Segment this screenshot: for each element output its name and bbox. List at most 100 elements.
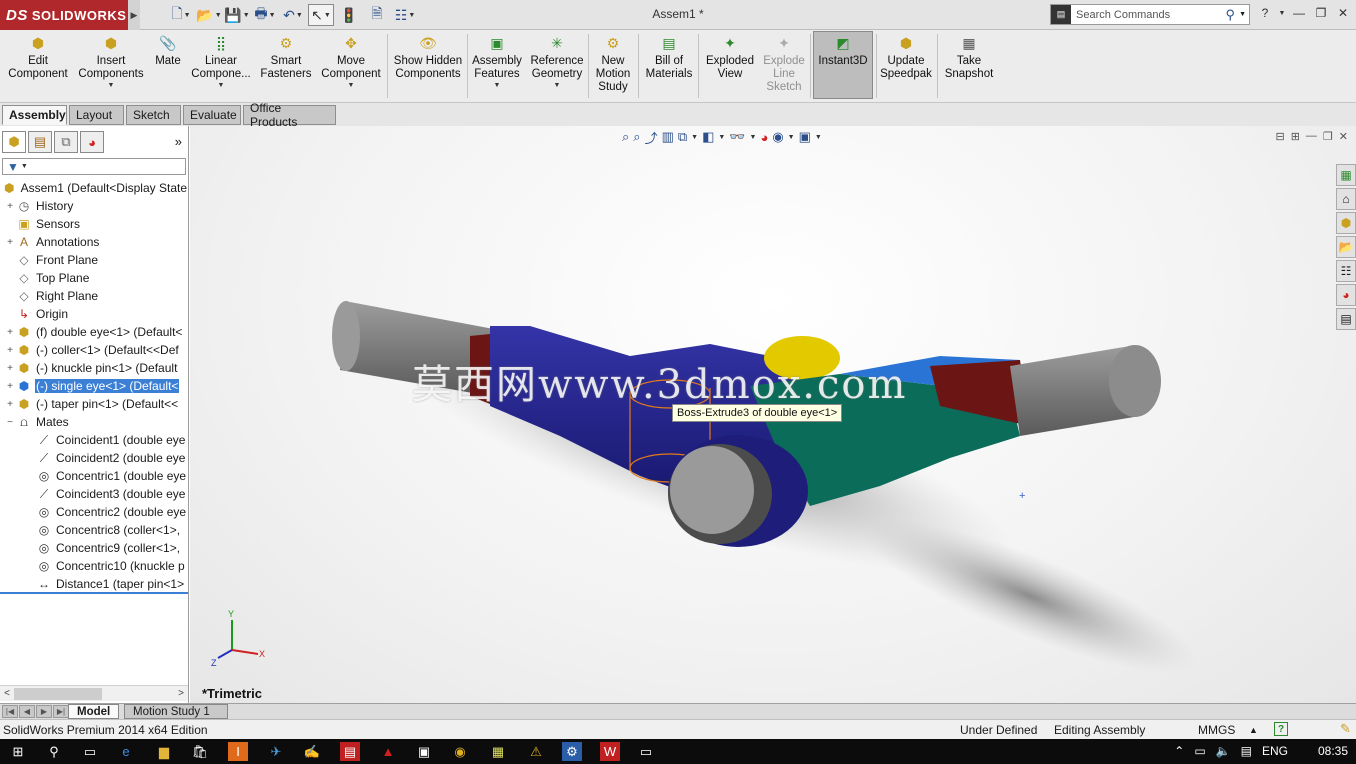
notifications-icon[interactable]: ▤ xyxy=(1241,744,1252,758)
tab-evaluate[interactable]: Evaluate xyxy=(183,105,241,125)
search-icon[interactable]: ⚲ xyxy=(44,742,64,761)
show-hidden-icons-icon[interactable]: ⌃ xyxy=(1174,744,1184,758)
solidworks-resources-icon[interactable]: ▦ xyxy=(1336,164,1356,186)
display-manager-tab[interactable]: ◕ xyxy=(80,131,104,153)
tree-expander-icon[interactable]: + xyxy=(4,237,16,248)
tree-item[interactable]: + A Annotations xyxy=(0,233,188,251)
tab-model[interactable]: Model xyxy=(68,704,120,719)
tree-item[interactable]: − ⩍ Mates xyxy=(0,413,188,431)
search-commands-box[interactable]: ▤ Search Commands ⚲ ▼ xyxy=(1050,4,1250,25)
expand-panel-icon[interactable]: » xyxy=(175,134,182,149)
file-explorer-icon[interactable]: ▆ xyxy=(154,742,174,761)
windows-start-icon[interactable]: ⊞ xyxy=(8,742,28,761)
select-button[interactable]: ↖ ▼ xyxy=(308,4,334,26)
tab-motion-study-1[interactable]: Motion Study 1 xyxy=(124,704,228,719)
tree-expander-icon[interactable]: + xyxy=(4,363,16,374)
acrobat-icon[interactable]: ▲ xyxy=(378,742,398,761)
edit-appearance-icon[interactable]: ◕ xyxy=(760,130,768,145)
tree-item[interactable]: + ⬢ (-) coller<1> (Default<<Def xyxy=(0,341,188,359)
section-view-icon[interactable]: ▥ xyxy=(662,129,674,145)
take-snapshot-button[interactable]: ▦ Take Snapshot xyxy=(940,34,998,81)
network-app-icon[interactable]: ⚙ xyxy=(562,742,582,761)
scroll-right-icon[interactable]: > xyxy=(174,688,188,699)
insert-components-button[interactable]: ⬢ Insert Components ▼ xyxy=(76,34,146,91)
zoom-to-fit-icon[interactable]: ⌕ xyxy=(622,129,629,145)
tree-item[interactable]: ⬢ Assem1 (Default<Display State xyxy=(0,179,188,197)
unit-system-arrow[interactable]: ▲ xyxy=(1249,725,1258,735)
chevron-down-icon[interactable]: ▼ xyxy=(348,81,355,91)
tree-item[interactable]: ◎ Concentric2 (double eye xyxy=(0,503,188,521)
view-settings-icon[interactable]: ▣ xyxy=(799,129,811,145)
tree-item[interactable]: + ◷ History xyxy=(0,197,188,215)
rollback-bar[interactable] xyxy=(0,592,188,594)
viewport-restore-icon[interactable]: ❐ xyxy=(1323,130,1333,143)
next-tab-icon[interactable]: ▶ xyxy=(36,705,52,718)
help-dropdown-icon[interactable]: ▼ xyxy=(1278,4,1286,22)
graphics-area[interactable]: ⌕ ⌕ ⤴ ▥ ⧉ ▼ ◧ ▼ 👓 ▼ ◕ ◉ ▼ ▣ ▼ ⊟ ⊞ — ❐ ✕ ▦ ⌂ ⬢… xyxy=(190,126,1356,703)
solidworks-logo[interactable]: DS SOLIDWORKS xyxy=(0,0,128,30)
store-icon[interactable]: 🛍 xyxy=(190,742,210,761)
tree-item[interactable]: + ⬢ (f) double eye<1> (Default< xyxy=(0,323,188,341)
design-library-icon[interactable]: ⬢ xyxy=(1336,212,1356,234)
viewport-split-icon[interactable]: ⊞ xyxy=(1291,130,1300,143)
tree-filter[interactable]: ▼ ▼ xyxy=(2,158,186,175)
rebuild-button[interactable]: 🚦 xyxy=(336,4,362,26)
first-tab-icon[interactable]: |◀ xyxy=(2,705,18,718)
chevron-down-icon[interactable]: ▼ xyxy=(108,81,115,91)
show-hidden-components-button[interactable]: 👁 Show Hidden Components xyxy=(392,34,464,81)
search-icon[interactable]: ⚲ xyxy=(1226,7,1240,23)
new-motion-study-button[interactable]: ⚙ New Motion Study xyxy=(592,34,634,94)
move-component-button[interactable]: ✥ Move Component ▼ xyxy=(318,34,384,91)
tree-item[interactable]: ⟋ Coincident3 (double eye xyxy=(0,485,188,503)
feature-manager-tab[interactable]: ⬢ xyxy=(2,131,26,153)
tree-item[interactable]: ◎ Concentric1 (double eye xyxy=(0,467,188,485)
apply-scene-icon[interactable]: ◉ xyxy=(772,129,783,145)
print-button[interactable]: 🖶 ▼ xyxy=(252,4,278,26)
restore-icon[interactable]: ❐ xyxy=(1312,4,1330,22)
tree-expander-icon[interactable]: + xyxy=(4,201,16,212)
clock[interactable]: 08:35 xyxy=(1318,744,1348,758)
tree-expander-icon[interactable]: + xyxy=(4,381,16,392)
tree-item[interactable]: ◎ Concentric10 (knuckle p xyxy=(0,557,188,575)
mate-button[interactable]: 📎 Mate xyxy=(152,34,184,68)
tree-item[interactable]: + ⬢ (-) single eye<1> (Default< xyxy=(0,377,188,395)
solidworks-active-icon[interactable]: W xyxy=(600,742,620,761)
chrome-icon[interactable]: ◉ xyxy=(450,742,470,761)
app-icon-orange[interactable]: I xyxy=(228,742,248,761)
view-palette-icon[interactable]: ☷ xyxy=(1336,260,1356,282)
tab-assembly[interactable]: Assembly xyxy=(2,105,67,125)
property-manager-tab[interactable]: ▤ xyxy=(28,131,52,153)
edit-component-button[interactable]: ⬢ Edit Component xyxy=(6,34,70,81)
network-icon[interactable]: ▭ xyxy=(1194,744,1205,758)
open-button[interactable]: 📂 ▼ xyxy=(196,4,222,26)
tree-item[interactable]: ⟋ Coincident2 (double eye xyxy=(0,449,188,467)
menu-flyout-arrow[interactable]: ▶ xyxy=(128,0,140,30)
tab-sketch[interactable]: Sketch xyxy=(126,105,181,125)
bill-of-materials-button[interactable]: ▤ Bill of Materials xyxy=(642,34,696,81)
assembly-features-button[interactable]: ▣ Assembly Features ▼ xyxy=(470,34,524,91)
reference-geometry-button[interactable]: ✳ Reference Geometry ▼ xyxy=(528,34,586,91)
tree-expander-icon[interactable]: − xyxy=(4,417,16,428)
save-button[interactable]: 💾 ▼ xyxy=(224,4,250,26)
linear-pattern-button[interactable]: ⣿ Linear Compone... ▼ xyxy=(188,34,254,91)
app-icon-blue[interactable]: ✈ xyxy=(266,742,286,761)
viewport-minimize-icon[interactable]: — xyxy=(1306,130,1317,142)
configuration-manager-tab[interactable]: ⧉ xyxy=(54,131,78,153)
app-icon-yellow[interactable]: ⚠ xyxy=(526,742,546,761)
new-document-button[interactable]: 🗋 ▼ xyxy=(168,4,194,26)
rebuild-status-icon[interactable]: ✎ xyxy=(1340,721,1351,737)
home-icon[interactable]: ⌂ xyxy=(1336,188,1356,210)
appearances-icon[interactable]: ◕ xyxy=(1336,284,1356,306)
view-orientation-icon[interactable]: ⧉ xyxy=(678,129,687,145)
previous-view-icon[interactable]: ⤴ xyxy=(645,128,658,147)
volume-icon[interactable]: 🔈 xyxy=(1216,744,1231,758)
tree-item[interactable]: ↔ Distance1 (taper pin<1> xyxy=(0,575,188,593)
prev-tab-icon[interactable]: ◀ xyxy=(19,705,35,718)
chevron-down-icon[interactable]: ▼ xyxy=(554,81,561,91)
exploded-view-button[interactable]: ✦ Exploded View xyxy=(702,34,758,81)
search-input[interactable]: Search Commands xyxy=(1071,9,1226,21)
file-properties-button[interactable]: 🗎 xyxy=(364,4,390,26)
tree-item[interactable]: ↳ Origin xyxy=(0,305,188,323)
unit-system[interactable]: MMGS xyxy=(1198,723,1235,737)
chevron-down-icon[interactable]: ▼ xyxy=(218,81,225,91)
